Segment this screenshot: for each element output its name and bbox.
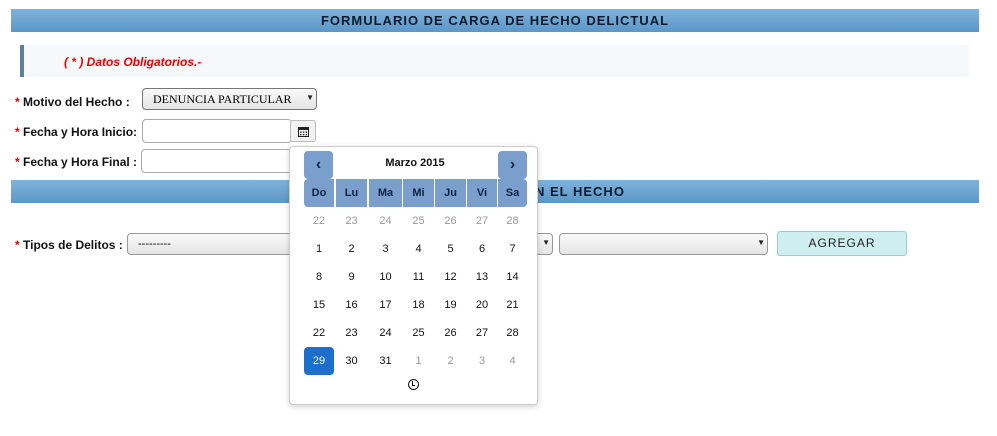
dow-header: Lu — [336, 179, 367, 207]
calendar-day[interactable]: 24 — [371, 207, 401, 235]
chevron-down-icon: ▼ — [757, 238, 765, 247]
form-title: FORMULARIO DE CARGA DE HECHO DELICTUAL — [320, 13, 670, 28]
agregar-button[interactable]: AGREGAR — [777, 231, 907, 256]
calendar-day[interactable]: 6 — [467, 235, 497, 263]
calendar-day[interactable]: 4 — [498, 347, 528, 375]
tipos-label: Tipos de Delitos : — [23, 238, 123, 252]
fecha-inicio-label: Fecha y Hora Inicio: — [23, 125, 138, 139]
required-star: * — [15, 238, 20, 252]
calendar-day[interactable]: 10 — [371, 263, 401, 291]
fecha-final-label-row: * Fecha y Hora Final : — [15, 155, 137, 169]
calendar-day[interactable]: 17 — [371, 291, 401, 319]
calendar-day[interactable]: 26 — [436, 207, 466, 235]
prev-month-button[interactable]: ‹ — [304, 151, 333, 179]
calendar-button[interactable] — [290, 120, 316, 142]
tipos-select-value: --------- — [138, 238, 171, 250]
dow-header: Ma — [369, 179, 402, 207]
required-note: ( * ) Datos Obligatorios.- — [64, 55, 202, 69]
dow-header: Mi — [403, 179, 434, 207]
calendar-day[interactable]: 14 — [498, 263, 528, 291]
subtipo-select[interactable]: ▼ — [559, 233, 768, 255]
motivo-label: Motivo del Hecho : — [23, 95, 130, 109]
calendar-day[interactable]: 8 — [304, 263, 334, 291]
dow-header: Sa — [498, 179, 527, 207]
calendar-day[interactable]: 7 — [498, 235, 528, 263]
calendar-day[interactable]: 9 — [337, 263, 367, 291]
calendar-day[interactable]: 3 — [371, 235, 401, 263]
section-title: N EL HECHO — [535, 184, 625, 199]
calendar-day[interactable]: 18 — [404, 291, 434, 319]
dow-header: Vi — [467, 179, 497, 207]
calendar-day[interactable]: 26 — [436, 319, 466, 347]
calendar-day[interactable]: 25 — [404, 319, 434, 347]
calendar-day[interactable]: 25 — [404, 207, 434, 235]
fecha-inicio-label-row: * Fecha y Hora Inicio: — [15, 125, 137, 139]
chevron-right-icon: › — [509, 156, 516, 173]
datepicker-month-label[interactable]: Marzo 2015 — [330, 157, 500, 169]
calendar-day[interactable]: 16 — [337, 291, 367, 319]
calendar-day[interactable]: 2 — [436, 347, 466, 375]
form-title-bar: FORMULARIO DE CARGA DE HECHO DELICTUAL — [11, 9, 979, 32]
calendar-day[interactable]: 13 — [467, 263, 497, 291]
calendar-day[interactable]: 30 — [337, 347, 367, 375]
motivo-select[interactable]: DENUNCIA PARTICULAR ▼ — [142, 88, 317, 110]
calendar-day[interactable]: 15 — [304, 291, 334, 319]
calendar-day[interactable]: 5 — [436, 235, 466, 263]
fecha-inicio-input[interactable] — [142, 119, 292, 143]
calendar-day[interactable]: 19 — [436, 291, 466, 319]
next-month-button[interactable]: › — [498, 151, 527, 179]
calendar-day[interactable]: 23 — [337, 319, 367, 347]
calendar-day[interactable]: 11 — [404, 263, 434, 291]
calendar-day[interactable]: 1 — [304, 235, 334, 263]
dow-header: Do — [304, 179, 334, 207]
calendar-day[interactable]: 2 — [337, 235, 367, 263]
calendar-day[interactable]: 29 — [304, 347, 334, 375]
calendar-day[interactable]: 21 — [498, 291, 528, 319]
clock-icon[interactable] — [408, 379, 419, 390]
calendar-icon — [297, 127, 309, 138]
required-star: * — [15, 155, 20, 169]
calendar-day[interactable]: 28 — [498, 319, 528, 347]
required-star: * — [15, 125, 20, 139]
calendar-day[interactable]: 4 — [404, 235, 434, 263]
chevron-down-icon: ▼ — [306, 93, 314, 102]
calendar-day[interactable]: 3 — [467, 347, 497, 375]
datepicker-popup: ‹ Marzo 2015 › Do Lu Ma Mi Ju Vi Sa 22 23 24 25 26 2… — [289, 146, 538, 405]
chevron-left-icon: ‹ — [315, 156, 322, 173]
calendar-day[interactable]: 12 — [436, 263, 466, 291]
tipos-label-row: * Tipos de Delitos : — [15, 238, 123, 252]
motivo-select-value: DENUNCIA PARTICULAR — [153, 92, 292, 106]
chevron-down-icon: ▼ — [542, 238, 550, 247]
calendar-day[interactable]: 24 — [371, 319, 401, 347]
dow-header: Ju — [435, 179, 466, 207]
required-note-box: ( * ) Datos Obligatorios.- — [20, 45, 969, 77]
calendar-day[interactable]: 27 — [467, 319, 497, 347]
required-star: * — [15, 95, 20, 109]
calendar-day[interactable]: 28 — [498, 207, 528, 235]
calendar-day[interactable]: 31 — [371, 347, 401, 375]
fecha-final-label: Fecha y Hora Final : — [23, 155, 138, 169]
motivo-label-row: * Motivo del Hecho : — [15, 95, 130, 109]
calendar-day[interactable]: 22 — [304, 319, 334, 347]
calendar-day[interactable]: 27 — [467, 207, 497, 235]
fecha-final-input[interactable] — [141, 149, 301, 173]
calendar-day[interactable]: 20 — [467, 291, 497, 319]
calendar-day[interactable]: 1 — [404, 347, 434, 375]
calendar-day[interactable]: 23 — [337, 207, 367, 235]
calendar-day[interactable]: 22 — [304, 207, 334, 235]
